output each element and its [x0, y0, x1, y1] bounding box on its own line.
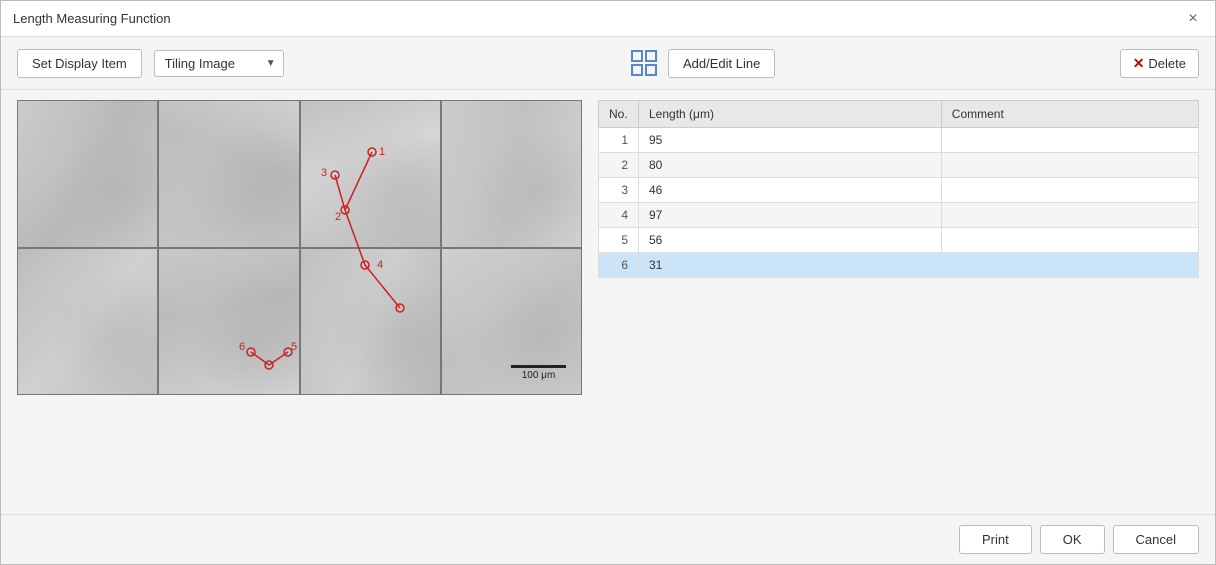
dialog-title: Length Measuring Function [13, 11, 171, 26]
delete-x-icon: ✕ [1133, 55, 1145, 72]
table-panel: No. Length (μm) Comment 1 95 2 80 3 46 4… [598, 100, 1199, 504]
cell-length: 31 [639, 253, 942, 278]
cell-length: 46 [639, 178, 942, 203]
table-row[interactable]: 3 46 [599, 178, 1199, 203]
toolbar: Set Display Item Tiling Image Single Ima… [1, 37, 1215, 90]
tile-3 [300, 100, 441, 248]
delete-button[interactable]: ✕ Delete [1120, 49, 1199, 78]
cell-no: 2 [599, 153, 639, 178]
col-header-no: No. [599, 101, 639, 128]
cell-comment [941, 178, 1198, 203]
tile-7 [300, 248, 441, 396]
content-area: 1 3 2 4 5 6 [1, 90, 1215, 514]
table-row[interactable]: 5 56 [599, 228, 1199, 253]
data-table: No. Length (μm) Comment 1 95 2 80 3 46 4… [598, 100, 1199, 278]
cell-no: 1 [599, 128, 639, 153]
cell-comment [941, 228, 1198, 253]
scale-bar: 100 μm [511, 365, 566, 381]
cell-comment [941, 153, 1198, 178]
cancel-button[interactable]: Cancel [1113, 525, 1199, 554]
table-row[interactable]: 4 97 [599, 203, 1199, 228]
col-header-length: Length (μm) [639, 101, 942, 128]
add-edit-line-button[interactable]: Add/Edit Line [668, 49, 775, 78]
ok-button[interactable]: OK [1040, 525, 1105, 554]
close-button[interactable]: × [1183, 9, 1203, 29]
tile-1 [17, 100, 158, 248]
set-display-button[interactable]: Set Display Item [17, 49, 142, 78]
title-bar: Length Measuring Function × [1, 1, 1215, 37]
cell-no: 6 [599, 253, 639, 278]
crosshair-icon [628, 47, 660, 79]
length-measuring-dialog: Length Measuring Function × Set Display … [0, 0, 1216, 565]
cell-comment [941, 128, 1198, 153]
footer: Print OK Cancel [1, 514, 1215, 564]
cell-comment [941, 253, 1198, 278]
tiling-dropdown-container: Tiling Image Single Image ▼ [154, 50, 284, 77]
image-panel: 1 3 2 4 5 6 [17, 100, 582, 395]
tile-5 [17, 248, 158, 396]
cell-no: 5 [599, 228, 639, 253]
tile-4 [441, 100, 582, 248]
print-button[interactable]: Print [959, 525, 1032, 554]
tiling-grid [17, 100, 582, 395]
table-row[interactable]: 2 80 [599, 153, 1199, 178]
cell-length: 95 [639, 128, 942, 153]
tile-6 [158, 248, 299, 396]
cell-length: 80 [639, 153, 942, 178]
table-row[interactable]: 1 95 [599, 128, 1199, 153]
scale-bar-label: 100 μm [522, 370, 556, 381]
scale-bar-line [511, 365, 566, 368]
table-row[interactable]: 6 31 [599, 253, 1199, 278]
cell-no: 3 [599, 178, 639, 203]
cell-no: 4 [599, 203, 639, 228]
tile-2 [158, 100, 299, 248]
cell-length: 56 [639, 228, 942, 253]
cell-length: 97 [639, 203, 942, 228]
cell-comment [941, 203, 1198, 228]
tiling-dropdown[interactable]: Tiling Image Single Image [154, 50, 284, 77]
col-header-comment: Comment [941, 101, 1198, 128]
